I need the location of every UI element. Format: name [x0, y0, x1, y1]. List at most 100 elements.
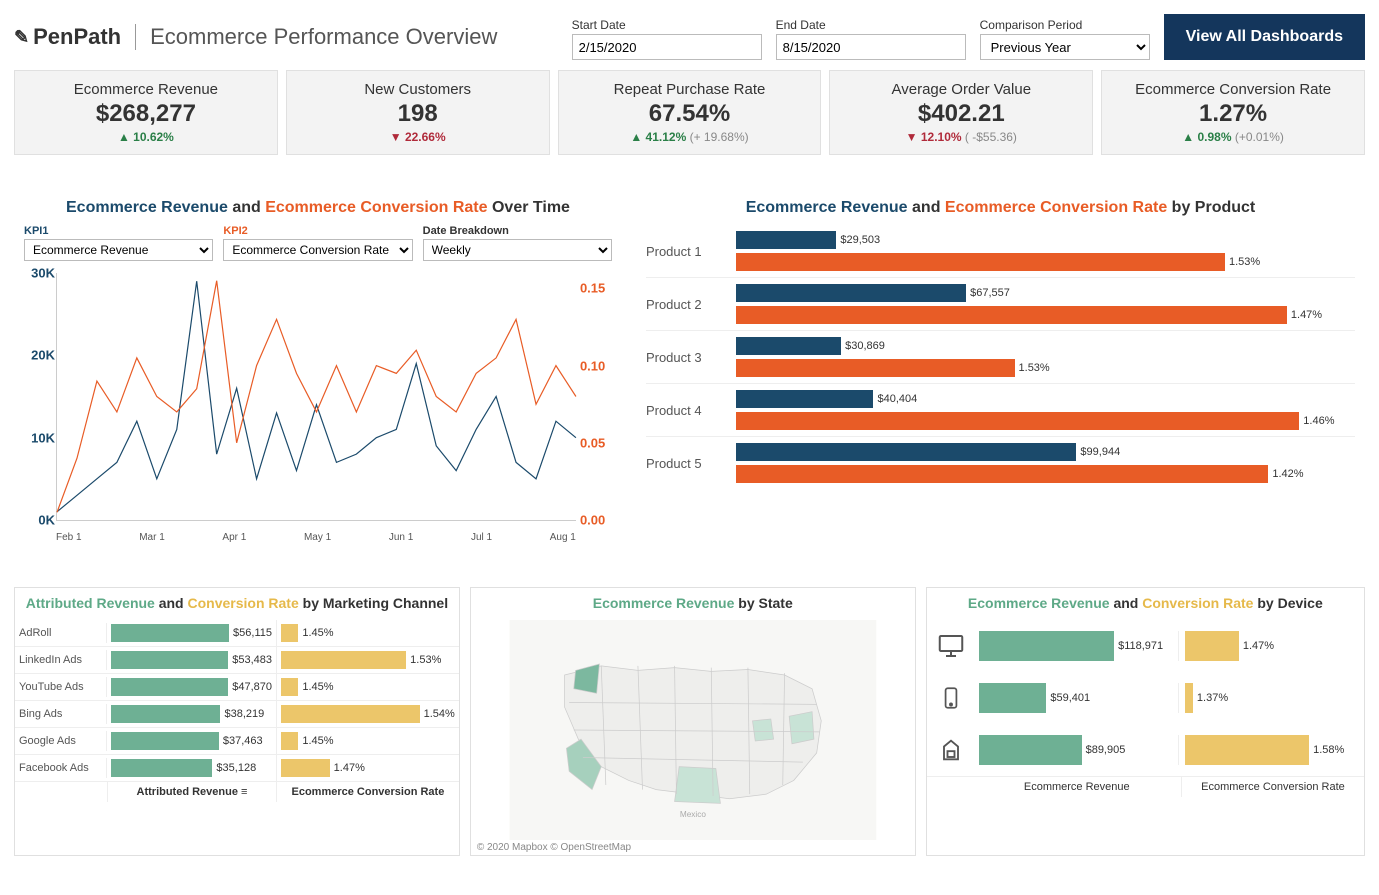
arrow-up-icon: ▲ 10.62% — [118, 130, 174, 144]
kpi-title: Repeat Purchase Rate — [565, 81, 815, 98]
title-part: and — [912, 199, 945, 216]
arrow-up-icon: ▲ 0.98% — [1182, 130, 1231, 144]
kpi-card: Repeat Purchase Rate 67.54% ▲ 41.12% (+ … — [558, 70, 822, 155]
title-part: Ecommerce Conversion Rate — [945, 199, 1167, 216]
title-part: Ecommerce Revenue — [746, 199, 908, 216]
channel-row: Bing Ads $38,219 1.54% — [15, 700, 459, 727]
kpi-value: $402.21 — [836, 100, 1086, 128]
view-all-dashboards-button[interactable]: View All Dashboards — [1164, 14, 1365, 60]
product-row: Product 3 $30,869 1.53% — [646, 330, 1355, 383]
col-header: Attributed Revenue — [137, 786, 238, 798]
conv-label: 1.47% — [334, 762, 365, 774]
comparison-select[interactable]: Previous Year — [980, 34, 1150, 60]
title-part: by Device — [1257, 595, 1322, 611]
date-breakdown-select[interactable]: Weekly — [423, 239, 612, 261]
conv-bar — [281, 624, 298, 642]
kpi-value: $268,277 — [21, 100, 271, 128]
revenue-bar — [111, 678, 228, 696]
start-date-label: Start Date — [572, 18, 762, 32]
conv-label: 1.54% — [424, 708, 455, 720]
channel-name: AdRoll — [15, 623, 107, 643]
device-row: $59,401 1.37% — [927, 672, 1364, 724]
kpi-delta: ▲ 10.62% — [21, 130, 271, 144]
map-attribution: © 2020 Mapbox © OpenStreetMap — [471, 840, 915, 855]
by-product-title: Ecommerce Revenue and Ecommerce Conversi… — [636, 195, 1365, 225]
x-tick: Aug 1 — [550, 532, 576, 543]
revenue-label: $29,503 — [840, 234, 880, 246]
page-title: Ecommerce Performance Overview — [150, 24, 557, 50]
channel-row: Facebook Ads $35,128 1.47% — [15, 754, 459, 781]
kpi-delta: ▼ 12.10% ( -$55.36) — [836, 130, 1086, 144]
arrow-up-icon: ▲ 41.12% — [630, 130, 686, 144]
revenue-bar — [111, 624, 229, 642]
usa-map[interactable]: Mexico — [471, 620, 915, 840]
tablet-icon — [933, 732, 969, 768]
product-name: Product 5 — [646, 456, 736, 471]
over-time-panel: Ecommerce Revenue and Ecommerce Conversi… — [14, 195, 622, 557]
x-tick: Mar 1 — [139, 532, 165, 543]
conv-label: 1.45% — [302, 735, 333, 747]
header: ✎ PenPath Ecommerce Performance Overview… — [0, 0, 1379, 70]
revenue-bar — [979, 735, 1082, 765]
x-tick: May 1 — [304, 532, 331, 543]
brand-logo: ✎ PenPath — [14, 24, 136, 50]
kpi-value: 198 — [293, 100, 543, 128]
y1-tick: 10K — [27, 430, 55, 445]
x-tick: Apr 1 — [222, 532, 246, 543]
col-header: Ecommerce Conversion Rate — [1182, 777, 1364, 797]
conv-label: 1.47% — [1243, 640, 1274, 652]
y1-tick: 0K — [27, 513, 55, 528]
revenue-bar — [111, 651, 228, 669]
channel-name: Bing Ads — [15, 704, 107, 724]
device-row: $89,905 1.58% — [927, 724, 1364, 776]
conv-bar — [281, 651, 406, 669]
line-chart: 0K10K20K30K0.000.050.100.15 Feb 1Mar 1Ap… — [24, 267, 612, 547]
by-product-panel: Ecommerce Revenue and Ecommerce Conversi… — [636, 195, 1365, 557]
x-tick: Feb 1 — [56, 532, 82, 543]
revenue-label: $30,869 — [845, 340, 885, 352]
start-date-input[interactable] — [572, 34, 762, 60]
product-name: Product 2 — [646, 297, 736, 312]
title-part: and — [159, 595, 188, 611]
sort-icon[interactable]: ≡ — [241, 786, 247, 798]
y2-tick: 0.10 — [580, 358, 610, 373]
brand-name: PenPath — [33, 24, 121, 50]
conv-label: 1.47% — [1291, 309, 1322, 321]
title-part: Ecommerce Revenue — [593, 595, 735, 611]
title-part-conv: Ecommerce Conversion Rate — [265, 199, 487, 216]
revenue-bar — [111, 759, 212, 777]
y1-tick: 30K — [27, 266, 55, 281]
end-date-input[interactable] — [776, 34, 966, 60]
conv-bar — [736, 253, 1225, 271]
kpi-title: Ecommerce Conversion Rate — [1108, 81, 1358, 98]
product-row: Product 1 $29,503 1.53% — [646, 225, 1355, 277]
kpi-delta: ▼ 22.66% — [293, 130, 543, 144]
conv-bar — [1185, 631, 1239, 661]
conv-bar — [281, 705, 420, 723]
channel-row: LinkedIn Ads $53,483 1.53% — [15, 646, 459, 673]
channel-row: YouTube Ads $47,870 1.45% — [15, 673, 459, 700]
revenue-label: $37,463 — [223, 735, 263, 747]
y2-tick: 0.05 — [580, 435, 610, 450]
kpi1-select[interactable]: Ecommerce Revenue — [24, 239, 213, 261]
kpi-title: New Customers — [293, 81, 543, 98]
title-part: Conversion Rate — [1142, 595, 1253, 611]
mobile-icon — [933, 680, 969, 716]
mid-row: Ecommerce Revenue and Ecommerce Conversi… — [0, 165, 1379, 567]
revenue-bar — [736, 390, 874, 408]
end-date-label: End Date — [776, 18, 966, 32]
channel-row: Google Ads $37,463 1.45% — [15, 727, 459, 754]
conv-label: 1.58% — [1313, 744, 1344, 756]
revenue-bar — [736, 443, 1076, 461]
title-part: Attributed Revenue — [26, 595, 155, 611]
y2-tick: 0.00 — [580, 513, 610, 528]
comparison-label: Comparison Period — [980, 18, 1150, 32]
col-header: Ecommerce Revenue — [973, 777, 1182, 797]
title-part-end: Over Time — [492, 199, 570, 216]
revenue-label: $56,115 — [233, 627, 272, 639]
revenue-label: $47,870 — [232, 681, 272, 693]
kpi2-select[interactable]: Ecommerce Conversion Rate — [223, 239, 412, 261]
kpi-title: Average Order Value — [836, 81, 1086, 98]
col-header: Ecommerce Conversion Rate — [277, 782, 459, 802]
kpi-card: Ecommerce Revenue $268,277 ▲ 10.62% — [14, 70, 278, 155]
